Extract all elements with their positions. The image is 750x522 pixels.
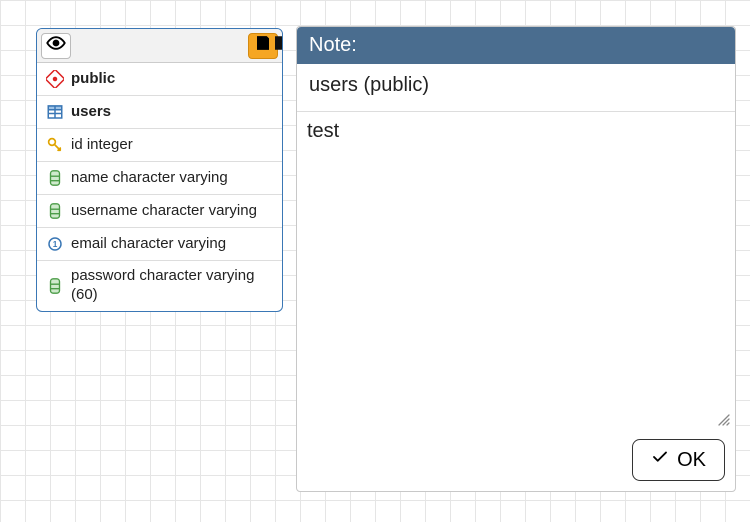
column-row[interactable]: password character varying (60) bbox=[37, 261, 282, 311]
note-header: Note: bbox=[297, 27, 735, 64]
column-row[interactable]: 1 email character varying bbox=[37, 228, 282, 261]
column-label: username character varying bbox=[71, 202, 274, 221]
view-toggle-button[interactable] bbox=[41, 33, 71, 59]
schema-panel-header bbox=[37, 29, 282, 63]
note-icon bbox=[254, 34, 272, 57]
note-subject: users (public) bbox=[297, 64, 735, 112]
column-label: id integer bbox=[71, 136, 274, 155]
note-subject-text: users (public) bbox=[309, 74, 429, 96]
table-icon bbox=[45, 102, 65, 122]
note-panel: Note: users (public) OK bbox=[296, 26, 736, 492]
ok-button[interactable]: OK bbox=[632, 439, 725, 481]
column-label: email character varying bbox=[71, 235, 274, 254]
column-icon bbox=[45, 276, 65, 296]
column-icon bbox=[45, 168, 65, 188]
check-icon bbox=[651, 448, 669, 472]
key-icon bbox=[45, 135, 65, 155]
eye-icon bbox=[46, 33, 66, 58]
ok-label: OK bbox=[677, 449, 706, 472]
table-row[interactable]: users bbox=[37, 96, 282, 129]
note-title: Note: bbox=[309, 34, 357, 56]
column-row[interactable]: id integer bbox=[37, 129, 282, 162]
column-icon bbox=[45, 201, 65, 221]
note-textarea[interactable] bbox=[307, 120, 725, 423]
svg-text:1: 1 bbox=[53, 240, 58, 249]
column-row[interactable]: username character varying bbox=[37, 195, 282, 228]
note-body bbox=[297, 112, 735, 431]
note-toggle-button[interactable] bbox=[248, 33, 278, 59]
column-row[interactable]: name character varying bbox=[37, 162, 282, 195]
table-name: users bbox=[71, 103, 274, 122]
column-label: name character varying bbox=[71, 169, 274, 188]
index-icon: 1 bbox=[45, 234, 65, 254]
schema-row[interactable]: public bbox=[37, 63, 282, 96]
note-footer: OK bbox=[297, 431, 735, 491]
schema-name: public bbox=[71, 70, 274, 89]
schema-panel: public users id integer name character v… bbox=[36, 28, 283, 312]
schema-icon bbox=[45, 69, 65, 89]
column-label: password character varying (60) bbox=[71, 267, 274, 305]
